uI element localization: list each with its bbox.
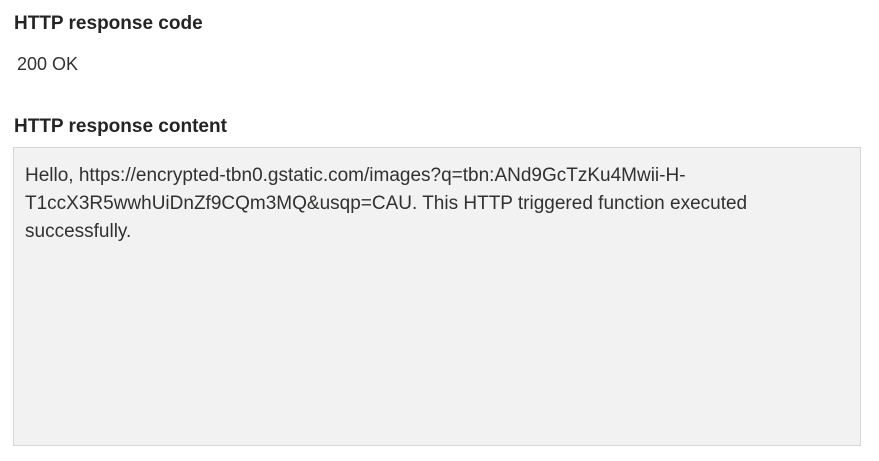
response-code-value: 200 OK	[17, 54, 79, 74]
response-code-label: HTTP response code	[14, 13, 203, 34]
response-content-label: HTTP response content	[14, 116, 227, 137]
http-test-result-panel: HTTP response code 200 OK HTTP response …	[0, 0, 879, 461]
response-content-textarea[interactable]: Hello, https://encrypted-tbn0.gstatic.co…	[13, 147, 861, 446]
response-content-text: Hello, https://encrypted-tbn0.gstatic.co…	[25, 165, 748, 242]
